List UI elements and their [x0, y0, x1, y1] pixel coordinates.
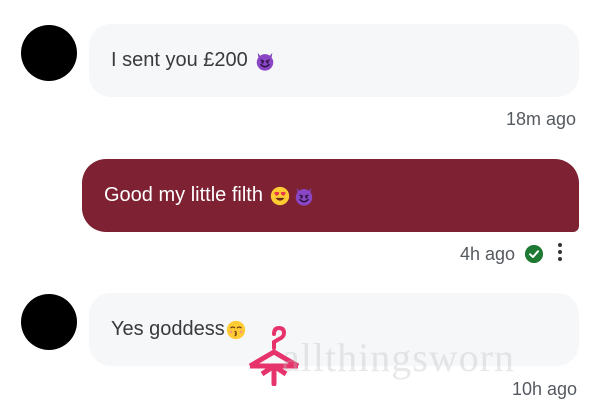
delivered-check-icon [525, 245, 543, 263]
avatar[interactable] [21, 294, 77, 350]
smiling-devil-icon [295, 187, 313, 206]
avatar[interactable] [21, 25, 77, 81]
kissing-face-icon [226, 320, 245, 339]
chat-thread: I sent you £200 18m ago Good my little f… [0, 0, 600, 409]
smiling-devil-icon [256, 52, 274, 71]
heart-eyes-icon [270, 186, 290, 205]
message-timestamp: 4h ago [460, 244, 516, 264]
message-timestamp: 18m ago [506, 109, 577, 129]
message-bubble-outgoing[interactable]: Good my little filth [82, 159, 579, 232]
watermark-text: allthingsworn [282, 335, 515, 380]
more-options-icon[interactable] [556, 243, 564, 263]
message-timestamp: 10h ago [512, 379, 578, 399]
message-bubble-incoming[interactable]: I sent you £200 [89, 24, 579, 97]
message-text: I sent you £200 [111, 49, 248, 71]
message-text: Good my little filth [104, 184, 263, 206]
message-text: Yes goddess [111, 318, 225, 340]
